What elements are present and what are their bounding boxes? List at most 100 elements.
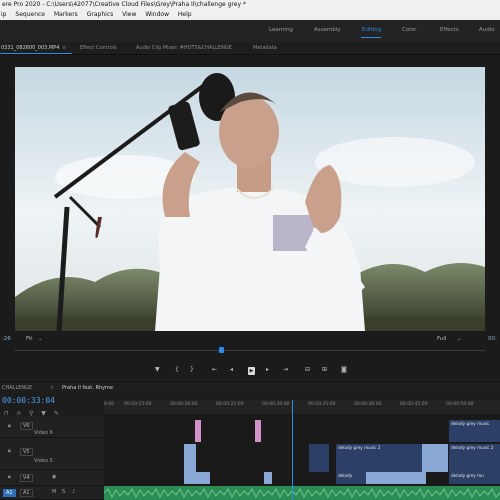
track-target-v4[interactable]: V4 — [20, 474, 33, 482]
ruler-label: 00:00:20:00 — [170, 402, 198, 407]
clip-v6-right[interactable]: delady grey music — [449, 420, 500, 442]
audio-waveform — [104, 488, 500, 498]
transport-controls: ▼ { } ⇤ ◂ ▶ ▸ ⇥ ⊟ ⊞ ◙ — [0, 362, 500, 378]
tab-audio-clip-mixer[interactable]: Audio Clip Mixer: #HOT5&CHALLENGE — [136, 45, 232, 51]
clip-v5-5[interactable]: delady grey music 2 — [449, 444, 500, 472]
monitor-duration: 00: — [488, 336, 497, 342]
menu-help[interactable]: Help — [178, 11, 192, 18]
workspace-editing[interactable]: Editing — [362, 27, 381, 33]
menu-view[interactable]: View — [122, 11, 136, 18]
step-forward-icon[interactable]: ▸ — [266, 365, 269, 375]
menu-sequence[interactable]: Sequence — [15, 11, 45, 18]
clip-v4-4[interactable] — [366, 472, 426, 484]
play-icon[interactable]: ▶ — [248, 367, 255, 375]
tab-sequence-challenge[interactable]: CHALLENGE — [2, 385, 32, 391]
tab-close-icon[interactable]: × — [50, 385, 54, 391]
clip-label: delady grey music 2 — [338, 445, 381, 450]
workspace-color[interactable]: Color — [402, 27, 416, 33]
ruler-label: 00:00:35:00 — [308, 402, 336, 407]
track-target-v6[interactable]: V6 — [20, 422, 33, 430]
microphone-icon[interactable]: ♪ — [72, 489, 75, 495]
clip-v4-5[interactable]: delady grey mu — [449, 472, 500, 484]
lock-icon[interactable]: 🔒︎ — [8, 448, 11, 454]
track-name-v6: Video 6 — [34, 430, 53, 436]
clip-label: delady — [338, 473, 353, 478]
menu-markers[interactable]: Markers — [54, 11, 78, 18]
lock-icon[interactable]: 🔒︎ — [8, 423, 11, 429]
ruler-label: 00:00:45:00 — [400, 402, 428, 407]
workspace-effects[interactable]: Effects — [440, 27, 459, 33]
ruler-label: 00:00:50:00 — [446, 402, 474, 407]
tab-source-clip[interactable]: 0331_082600_003.MP4 — [1, 45, 59, 51]
insert-icon[interactable]: ⊟ — [305, 365, 310, 375]
out-point-icon[interactable]: } — [190, 365, 194, 375]
menu-window[interactable]: Window — [145, 11, 169, 18]
ruler-label: 0:00 — [104, 402, 115, 407]
tab-metadata[interactable]: Metadata — [253, 45, 277, 51]
timeline-tabs: CHALLENGE Praha II feat. Rhyme × — [0, 381, 500, 393]
track-header-a1[interactable]: A1 A1 M S ♪ — [0, 486, 104, 500]
marker-icon[interactable]: ▼ — [155, 365, 160, 375]
clip-a1-audio[interactable] — [104, 486, 500, 500]
lock-icon[interactable]: 🔒︎ — [8, 474, 11, 480]
track-header-v5[interactable]: V5 Video 5 🔒︎ — [0, 438, 104, 470]
monitor-timecode: :26 — [2, 336, 11, 342]
overwrite-icon[interactable]: ⊞ — [322, 365, 327, 375]
active-tab-underline — [0, 53, 72, 54]
timeline-tracks[interactable]: delady grey music delady grey music 2 de… — [104, 414, 500, 500]
workspace-learning[interactable]: Learning — [269, 27, 293, 33]
track-headers: V6 Video 6 🔒︎ V5 Video 5 🔒︎ V4 🔒︎ ◉ A1 A… — [0, 416, 104, 500]
clip-v4-1[interactable] — [184, 472, 210, 484]
video-frame[interactable] — [15, 67, 485, 331]
export-frame-icon[interactable]: ◙ — [341, 365, 347, 375]
menu-clip[interactable]: ip — [1, 11, 6, 18]
clip-v5-1[interactable] — [184, 444, 196, 472]
workspace-bar: Learning Assembly Editing Color Effects … — [0, 20, 500, 42]
clip-v6-marker-2[interactable] — [255, 420, 261, 442]
step-back-icon[interactable]: ◂ — [230, 365, 233, 375]
menu-graphics[interactable]: Graphics — [87, 11, 114, 18]
scrub-bar[interactable] — [15, 350, 485, 351]
zoom-dropdown-icon[interactable]: ⌄ — [38, 336, 43, 342]
monitor-panel-tabs: 0331_082600_003.MP4 ≡ Effect Controls Au… — [0, 42, 500, 55]
track-name-v5: Video 5 — [34, 458, 53, 464]
solo-icon[interactable]: S — [62, 489, 65, 495]
mute-icon[interactable]: M — [52, 489, 56, 495]
track-target-v5[interactable]: V5 — [20, 448, 33, 456]
ruler-label: 00:00:15:00 — [124, 402, 152, 407]
zoom-level-select[interactable]: Fit — [26, 336, 32, 342]
clip-label: delady grey music — [451, 421, 490, 426]
go-to-out-icon[interactable]: ⇥ — [283, 365, 288, 375]
workspace-assembly[interactable]: Assembly — [314, 27, 341, 33]
go-to-in-icon[interactable]: ⇤ — [212, 365, 217, 375]
track-header-v6[interactable]: V6 Video 6 🔒︎ — [0, 416, 104, 438]
track-target-a1[interactable]: A1 — [20, 489, 33, 497]
clip-v5-4[interactable] — [422, 444, 448, 472]
timeline-ruler[interactable]: 0:00 00:00:15:00 00:00:20:00 00:00:25:00… — [104, 400, 500, 414]
clip-v4-2[interactable] — [264, 472, 272, 484]
tab-effect-controls[interactable]: Effect Controls — [80, 45, 117, 51]
eye-icon[interactable]: ◉ — [52, 474, 56, 480]
ruler-label: 00:00:25:00 — [216, 402, 244, 407]
resolution-select[interactable]: Full — [437, 336, 446, 342]
in-point-icon[interactable]: { — [175, 365, 179, 375]
tab-menu-icon[interactable]: ≡ — [62, 45, 66, 51]
workspace-active-underline — [361, 37, 381, 38]
ruler-label: 00:00:40:00 — [354, 402, 382, 407]
track-header-v4[interactable]: V4 🔒︎ ◉ — [0, 470, 104, 486]
tab-sequence-active[interactable]: Praha II feat. Rhyme — [62, 385, 113, 391]
clip-v4-3[interactable]: delady — [336, 472, 366, 484]
playhead-handle[interactable] — [219, 347, 224, 353]
clip-label: delady grey mu — [451, 473, 484, 478]
timeline-playhead[interactable] — [292, 400, 293, 500]
track-source-a1[interactable]: A1 — [3, 489, 16, 497]
clip-v6-marker-1[interactable] — [195, 420, 201, 442]
clip-v5-3[interactable]: delady grey music 2 — [336, 444, 422, 472]
workspace-audio[interactable]: Audio — [479, 27, 495, 33]
sequence-timecode[interactable]: 00:00:33:04 — [2, 396, 55, 405]
clip-v5-2[interactable] — [309, 444, 329, 472]
ruler-label: 00:00:30:00 — [262, 402, 290, 407]
clip-label: delady grey music 2 — [451, 445, 494, 450]
video-frame-image — [15, 67, 485, 331]
resolution-dropdown-icon[interactable]: ⌄ — [457, 336, 462, 342]
